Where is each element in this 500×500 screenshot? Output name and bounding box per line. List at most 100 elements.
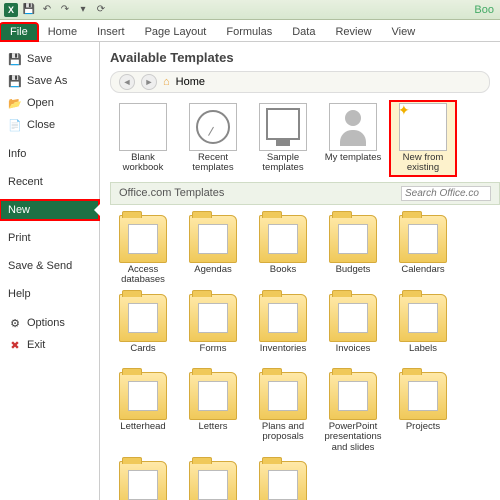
tile-label: Recent templates xyxy=(181,153,245,174)
folder-records[interactable]: Records xyxy=(180,459,246,500)
title-bar: X 💾 ↶ ↷ ▾ ⟳ Boo xyxy=(0,0,500,20)
tile-label: Budgets xyxy=(321,265,385,285)
folder-budgets[interactable]: Budgets xyxy=(320,213,386,288)
nav-open[interactable]: 📂Open xyxy=(0,92,99,114)
tab-file[interactable]: File xyxy=(0,23,38,41)
breadcrumb-home[interactable]: Home xyxy=(176,76,205,88)
tab-review[interactable]: Review xyxy=(325,23,381,41)
template-recent-templates[interactable]: Recent templates xyxy=(180,101,246,176)
folder-letterhead[interactable]: Letterhead xyxy=(110,370,176,455)
tile-label: New from existing xyxy=(391,153,455,174)
nav-exit[interactable]: ✖ Exit xyxy=(0,334,99,356)
nav-label: Info xyxy=(8,148,26,160)
tab-insert[interactable]: Insert xyxy=(87,23,135,41)
tile-label: Letters xyxy=(181,422,245,442)
nav-label: Exit xyxy=(27,339,45,351)
nav-save[interactable]: 💾 Save xyxy=(0,48,99,70)
folder-letters[interactable]: Letters xyxy=(180,370,246,455)
nav-forward-button[interactable]: ► xyxy=(141,74,157,90)
home-icon[interactable]: ⌂ xyxy=(163,76,170,88)
tile-label: Forms xyxy=(181,344,245,364)
folder-calendars[interactable]: Calendars xyxy=(390,213,456,288)
gear-icon: ⚙ xyxy=(8,316,22,330)
template-my-templates[interactable]: My templates xyxy=(320,101,386,176)
tab-home[interactable]: Home xyxy=(38,23,87,41)
nav-recent[interactable]: Recent xyxy=(0,172,99,192)
app-icon: X xyxy=(4,3,18,17)
nav-label: Print xyxy=(8,232,31,244)
templates-panel: Available Templates ◄ ► ⌂ Home Blank wor… xyxy=(100,42,500,500)
nav-label: Recent xyxy=(8,176,43,188)
refresh-icon[interactable]: ⟳ xyxy=(94,3,108,17)
folder-cards[interactable]: Cards xyxy=(110,292,176,366)
tile-label: Calendars xyxy=(391,265,455,285)
undo-icon[interactable]: ↶ xyxy=(40,3,54,17)
tile-label: Access databases xyxy=(111,265,175,286)
nav-save-as[interactable]: 💾 Save As xyxy=(0,70,99,92)
nav-save-send[interactable]: Save & Send xyxy=(0,256,99,276)
tile-label: Sample templates xyxy=(251,153,315,174)
folder-inventories[interactable]: Inventories xyxy=(250,292,316,366)
nav-print[interactable]: Print xyxy=(0,228,99,248)
folder-forms[interactable]: Forms xyxy=(180,292,246,366)
search-input[interactable] xyxy=(401,186,491,201)
tile-label: Blank workbook xyxy=(111,153,175,174)
office-templates-header: Office.com Templates xyxy=(110,182,500,205)
tile-label: Labels xyxy=(391,344,455,364)
backstage-nav: 💾Save 💾Save As 📂Open 📄Close Info Recent … xyxy=(0,42,100,500)
save-icon[interactable]: 💾 xyxy=(22,3,36,17)
nav-label: Save & Send xyxy=(8,260,72,272)
folder-reports[interactable]: Reports xyxy=(250,459,316,500)
template-new-from-existing[interactable]: ✦New from existing xyxy=(390,101,456,176)
open-icon: 📂 xyxy=(8,96,22,110)
nav-label: New xyxy=(8,204,30,216)
tab-data[interactable]: Data xyxy=(282,23,325,41)
nav-options[interactable]: ⚙ Options xyxy=(0,312,99,334)
exit-icon: ✖ xyxy=(8,338,22,352)
nav-info[interactable]: Info xyxy=(0,144,99,164)
nav-help[interactable]: Help xyxy=(0,284,99,304)
folder-projects[interactable]: Projects xyxy=(390,370,456,455)
qat-dropdown-icon[interactable]: ▾ xyxy=(76,3,90,17)
close-icon: 📄 xyxy=(8,118,22,132)
nav-label: Help xyxy=(8,288,31,300)
tile-label: Plans and proposals xyxy=(251,422,315,443)
tab-formulas[interactable]: Formulas xyxy=(216,23,282,41)
office-templates-grid: Access databases Agendas Books Budgets C… xyxy=(110,205,500,500)
tab-page-layout[interactable]: Page Layout xyxy=(135,23,217,41)
folder-powerpoint[interactable]: PowerPoint presentations and slides xyxy=(320,370,386,455)
save-icon: 💾 xyxy=(8,52,22,66)
ribbon-tabs: File Home Insert Page Layout Formulas Da… xyxy=(0,20,500,42)
folder-plans-proposals[interactable]: Plans and proposals xyxy=(250,370,316,455)
template-blank-workbook[interactable]: Blank workbook xyxy=(110,101,176,176)
section-label: Office.com Templates xyxy=(119,187,224,199)
template-sample-templates[interactable]: Sample templates xyxy=(250,101,316,176)
tile-label: Letterhead xyxy=(111,422,175,442)
save-as-icon: 💾 xyxy=(8,74,22,88)
tile-label: Projects xyxy=(391,422,455,442)
folder-books[interactable]: Books xyxy=(250,213,316,288)
nav-close[interactable]: 📄 Close xyxy=(0,114,99,136)
backstage-view: 💾 Save 💾 Save As 📂Open 📄 Close Info Recent … xyxy=(0,42,500,500)
redo-icon[interactable]: ↷ xyxy=(58,3,72,17)
nav-label: Options xyxy=(27,317,65,329)
tab-view[interactable]: View xyxy=(382,23,426,41)
nav-label: Close xyxy=(27,119,55,131)
folder-receipts[interactable]: Receipts xyxy=(110,459,176,500)
folder-agendas[interactable]: Agendas xyxy=(180,213,246,288)
folder-access-databases[interactable]: Access databases xyxy=(110,213,176,288)
tile-label: Books xyxy=(251,265,315,285)
nav-new[interactable]: New xyxy=(0,200,99,220)
tile-label: Inventories xyxy=(251,344,315,364)
folder-invoices[interactable]: Invoices xyxy=(320,292,386,366)
tile-label: Agendas xyxy=(181,265,245,285)
nav-label: Save As xyxy=(27,75,67,87)
breadcrumb: ◄ ► ⌂ Home xyxy=(110,71,490,93)
nav-label: Save xyxy=(27,53,52,65)
tile-label: My templates xyxy=(321,153,385,173)
folder-labels[interactable]: Labels xyxy=(390,292,456,366)
nav-back-button[interactable]: ◄ xyxy=(119,74,135,90)
local-templates-row: Blank workbook Recent templates Sample t… xyxy=(110,101,500,176)
tile-label: PowerPoint presentations and slides xyxy=(321,422,385,453)
quick-access-toolbar: 💾 ↶ ↷ ▾ ⟳ xyxy=(22,3,108,17)
